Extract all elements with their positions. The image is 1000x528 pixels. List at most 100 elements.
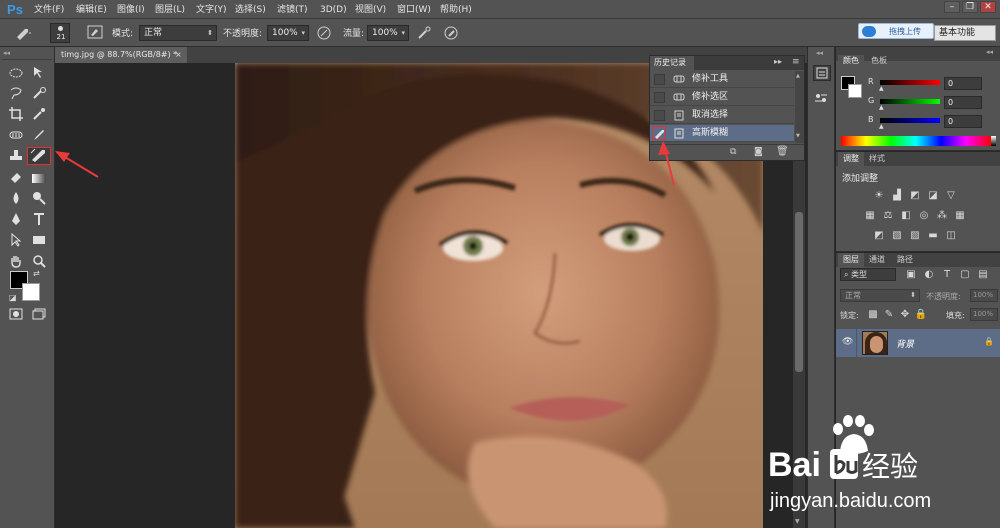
collapse-toolbox-icon[interactable]: ◂◂ — [3, 49, 10, 57]
red-slider[interactable] — [880, 80, 940, 85]
brightness-icon[interactable]: ☀ — [872, 190, 886, 202]
screen-mode-icon[interactable] — [28, 306, 50, 326]
threshold-icon[interactable]: ▨ — [908, 230, 922, 242]
minimize-button[interactable]: – — [944, 1, 960, 13]
clone-stamp-tool-icon[interactable] — [5, 149, 27, 169]
history-panel-button[interactable] — [813, 65, 831, 81]
type-tool-icon[interactable] — [28, 212, 50, 232]
new-document-from-state-icon[interactable]: ⧉ — [730, 147, 736, 157]
curves-icon[interactable]: ◩ — [908, 190, 922, 202]
color-balance-icon[interactable]: ⚖ — [881, 210, 895, 222]
lock-position-icon[interactable]: ✥ — [898, 309, 912, 321]
pen-tool-icon[interactable] — [5, 212, 27, 232]
history-brush-source-icon[interactable] — [652, 126, 666, 140]
lock-transparent-icon[interactable]: ▩ — [866, 309, 880, 321]
slider-handle-icon[interactable]: ▲ — [879, 123, 884, 130]
trash-icon[interactable]: 🗑 — [776, 146, 789, 157]
lock-all-icon[interactable]: 🔒 — [914, 309, 928, 321]
collapse-panel-icon[interactable]: ▸▸ — [774, 57, 782, 66]
eraser-tool-icon[interactable] — [5, 170, 27, 190]
history-item[interactable]: 修补工具 — [650, 71, 794, 88]
restore-button[interactable]: ❐ — [962, 1, 978, 13]
scroll-up-icon[interactable]: ▲ — [796, 73, 800, 79]
blue-slider[interactable] — [880, 118, 940, 123]
opacity-field[interactable]: 100% ▾ — [267, 25, 309, 41]
collapse-strip-icon[interactable]: ◂◂ — [816, 49, 823, 57]
brush-size-picker[interactable]: 21 — [50, 23, 70, 43]
quick-select-tool-icon[interactable] — [28, 86, 50, 106]
tool-preset-icon[interactable] — [14, 25, 32, 41]
panel-menu-icon[interactable]: ≡ — [792, 57, 800, 67]
history-scrollbar[interactable]: ▲ ▼ — [795, 71, 804, 143]
color-lookup-icon[interactable]: ▦ — [953, 210, 967, 222]
filter-shape-icon[interactable]: ▢ — [958, 269, 972, 281]
tab-color[interactable]: 颜色 — [838, 55, 864, 67]
vibrance-icon[interactable]: ▽ — [944, 190, 958, 202]
background-color-swatch[interactable] — [848, 84, 862, 98]
document-tab[interactable]: timg.jpg @ 88.7%(RGB/8#) * × — [55, 47, 187, 63]
filter-adjustment-icon[interactable]: ◐ — [922, 269, 936, 281]
tab-styles[interactable]: 样式 — [864, 152, 890, 166]
history-snapshot-checkbox[interactable] — [654, 92, 665, 103]
menu-layer[interactable]: 图层(L) — [155, 3, 185, 17]
history-tab[interactable]: 历史记录 — [650, 56, 694, 70]
menu-view[interactable]: 视图(V) — [355, 3, 386, 17]
properties-panel-button[interactable] — [813, 91, 831, 107]
slider-handle-icon[interactable]: ▲ — [879, 104, 884, 111]
lock-pixels-icon[interactable]: ✎ — [882, 309, 896, 321]
blue-value-field[interactable]: 0 — [944, 115, 982, 128]
history-snapshot-checkbox[interactable] — [654, 110, 665, 121]
dodge-tool-icon[interactable] — [28, 191, 50, 211]
slider-handle-icon[interactable]: ▲ — [879, 85, 884, 92]
levels-icon[interactable]: ▟ — [890, 190, 904, 202]
background-color-swatch[interactable] — [22, 283, 40, 301]
eyedropper-tool-icon[interactable] — [28, 107, 50, 127]
fill-field[interactable]: 100% — [970, 308, 998, 321]
gradient-map-icon[interactable]: ▬ — [926, 230, 940, 242]
tab-adjustments[interactable]: 调整 — [838, 152, 864, 166]
history-item-selected[interactable]: 高斯模糊 — [650, 125, 794, 142]
exposure-icon[interactable]: ◪ — [926, 190, 940, 202]
tab-paths[interactable]: 路径 — [892, 253, 918, 267]
close-tab-icon[interactable]: × — [175, 47, 182, 63]
history-item[interactable]: 取消选择 — [650, 107, 794, 124]
brush-tool-icon[interactable] — [28, 128, 50, 148]
upload-button[interactable]: 拖拽上传 — [858, 23, 934, 39]
green-value-field[interactable]: 0 — [944, 96, 982, 109]
rectangle-tool-icon[interactable] — [28, 233, 50, 253]
menu-select[interactable]: 选择(S) — [235, 3, 266, 17]
menu-help[interactable]: 帮助(H) — [440, 3, 472, 17]
layer-row-background[interactable]: 👁 背景 🔒 — [836, 329, 1000, 357]
hue-saturation-icon[interactable]: ▦ — [863, 210, 877, 222]
black-white-icon[interactable]: ◧ — [899, 210, 913, 222]
workspace-switcher[interactable]: 基本功能 — [934, 25, 996, 41]
quick-mask-icon[interactable] — [5, 306, 27, 326]
photo-filter-icon[interactable]: ◎ — [917, 210, 931, 222]
pressure-opacity-icon[interactable] — [315, 25, 333, 41]
color-spectrum-ramp[interactable] — [841, 136, 991, 146]
lasso-tool-icon[interactable] — [5, 86, 27, 106]
gradient-tool-icon[interactable] — [28, 170, 50, 190]
scrollbar-thumb[interactable] — [795, 212, 803, 372]
menu-filter[interactable]: 滤镜(T) — [277, 3, 308, 17]
scroll-down-icon[interactable]: ▼ — [796, 133, 800, 139]
history-snapshot-checkbox[interactable] — [654, 74, 665, 85]
move-tool-icon[interactable] — [28, 65, 50, 85]
menu-edit[interactable]: 编辑(E) — [76, 3, 107, 17]
menu-3d[interactable]: 3D(D) — [320, 3, 347, 17]
tab-channels[interactable]: 通道 — [864, 253, 890, 267]
collapse-panel-icon[interactable]: ◂◂ — [986, 48, 993, 56]
close-button[interactable]: ✕ — [980, 1, 996, 13]
mode-select[interactable]: 正常 ⬍ — [139, 25, 217, 41]
layer-opacity-field[interactable]: 100% — [970, 289, 998, 302]
grayscale-ramp[interactable] — [991, 136, 996, 146]
posterize-icon[interactable]: ▧ — [890, 230, 904, 242]
spot-healing-tool-icon[interactable] — [5, 128, 27, 148]
marquee-tool-icon[interactable] — [5, 65, 27, 85]
green-slider[interactable] — [880, 99, 940, 104]
crop-tool-icon[interactable] — [5, 107, 27, 127]
tab-layers[interactable]: 图层 — [838, 253, 864, 267]
menu-window[interactable]: 窗口(W) — [397, 3, 431, 17]
menu-file[interactable]: 文件(F) — [34, 3, 64, 17]
selective-color-icon[interactable]: ◫ — [944, 230, 958, 242]
